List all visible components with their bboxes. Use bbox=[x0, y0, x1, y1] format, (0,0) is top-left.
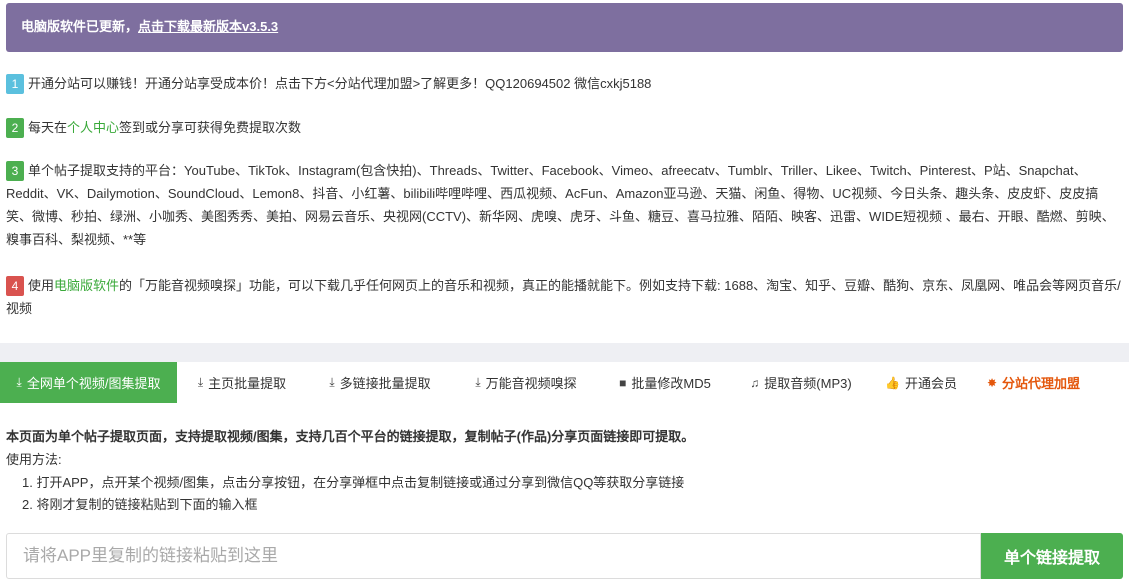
usage-title: 使用方法: bbox=[6, 452, 62, 467]
tab-label: 开通会员 bbox=[904, 376, 957, 391]
notice-text: 开通分站可以赚钱！开通分站享受成本价！点击下方<分站代理加盟>了解更多！QQ12… bbox=[28, 76, 652, 91]
tab-agent-join[interactable]: ✸ 分站代理加盟 bbox=[971, 362, 1096, 403]
thumbs-up-icon: 👍 bbox=[885, 375, 900, 390]
video-camera-icon: ■ bbox=[619, 375, 627, 390]
notice-text-pre: 每天在 bbox=[28, 120, 68, 135]
usage-step: 1. 打开APP，点开某个视频/图集，点击分享按钮，在分享弹框中点击复制链接或通… bbox=[22, 475, 685, 490]
desktop-software-link[interactable]: 电脑版软件 bbox=[54, 278, 119, 293]
tab-label: 万能音视频嗅探 bbox=[485, 376, 577, 391]
supported-platforms-text: 单个帖子提取支持的平台：YouTube、TikTok、Instagram(包含快… bbox=[6, 163, 1115, 247]
music-icon: ♫ bbox=[750, 375, 760, 390]
notice-2: 2 每天在个人中心签到或分享可获得免费提取次数 bbox=[6, 116, 1123, 139]
single-extract-button[interactable]: 单个链接提取 bbox=[981, 533, 1123, 579]
notice-3: 3 单个帖子提取支持的平台：YouTube、TikTok、Instagram(包含… bbox=[6, 159, 1123, 251]
notice-text-post: 的「万能音视频嗅探」功能，可以下载几乎任何网页上的音乐和视频，真正的能播就能下。… bbox=[6, 278, 1121, 316]
tab-batch-md5[interactable]: ■ 批量修改MD5 bbox=[599, 362, 731, 403]
notice-1: 1 开通分站可以赚钱！开通分站享受成本价！点击下方<分站代理加盟>了解更多！QQ1… bbox=[6, 72, 1123, 95]
notice-text-pre: 使用 bbox=[28, 278, 55, 293]
star-burst-icon: ✸ bbox=[986, 375, 998, 390]
tab-label: 分站代理加盟 bbox=[1002, 376, 1081, 391]
notice-number-badge: 1 bbox=[6, 73, 24, 94]
tab-single-extract[interactable]: ⤓ 全网单个视频/图集提取 bbox=[0, 362, 177, 403]
download-icon: ⤓ bbox=[16, 375, 22, 389]
download-icon: ⤓ bbox=[329, 375, 335, 389]
tab-homepage-batch[interactable]: ⤓ 主页批量提取 bbox=[177, 362, 307, 403]
section-divider bbox=[0, 343, 1129, 362]
tab-label: 提取音频(MP3) bbox=[764, 376, 852, 391]
link-input-wrapper bbox=[6, 533, 981, 579]
tab-extract-audio[interactable]: ♫ 提取音频(MP3) bbox=[731, 362, 871, 403]
tab-label: 多链接批量提取 bbox=[339, 376, 431, 391]
update-banner: 电脑版软件已更新，点击下载最新版本v3.5.3 bbox=[6, 3, 1123, 52]
tab-multi-link-batch[interactable]: ⤓ 多链接批量提取 bbox=[307, 362, 453, 403]
notice-4: 4 使用电脑版软件的「万能音视频嗅探」功能，可以下载几乎任何网页上的音乐和视频，真… bbox=[6, 274, 1123, 320]
notice-number-badge: 2 bbox=[6, 117, 24, 138]
notice-number-badge: 3 bbox=[6, 160, 24, 181]
download-icon: ⤓ bbox=[475, 375, 481, 389]
tab-label: 全网单个视频/图集提取 bbox=[26, 376, 161, 391]
tool-tabs: ⤓ 全网单个视频/图集提取 ⤓ 主页批量提取 ⤓ 多链接批量提取 ⤓ 万能音视频嗅探 ■… bbox=[0, 362, 1129, 403]
tab-sniffer[interactable]: ⤓ 万能音视频嗅探 bbox=[453, 362, 599, 403]
usage-step: 2. 将刚才复制的链接粘贴到下面的输入框 bbox=[22, 497, 258, 512]
download-icon: ⤓ bbox=[197, 375, 204, 389]
tab-label: 主页批量提取 bbox=[208, 376, 287, 391]
notice-text-post: 签到或分享可获得免费提取次数 bbox=[119, 120, 302, 135]
user-center-link[interactable]: 个人中心 bbox=[67, 120, 119, 135]
page-intro: 本页面为单个帖子提取页面，支持提取视频/图集，支持几百个平台的链接提取，复制帖子… bbox=[6, 429, 695, 444]
link-input[interactable] bbox=[7, 534, 980, 578]
tab-membership[interactable]: 👍 开通会员 bbox=[871, 362, 971, 403]
usage-steps: 1. 打开APP，点开某个视频/图集，点击分享按钮，在分享弹框中点击复制链接或通… bbox=[22, 472, 684, 516]
notice-number-badge: 4 bbox=[6, 275, 24, 296]
download-latest-link[interactable]: 点击下载最新版本v3.5.3 bbox=[138, 19, 278, 34]
banner-text: 电脑版软件已更新， bbox=[21, 19, 139, 34]
tab-label: 批量修改MD5 bbox=[631, 376, 711, 391]
